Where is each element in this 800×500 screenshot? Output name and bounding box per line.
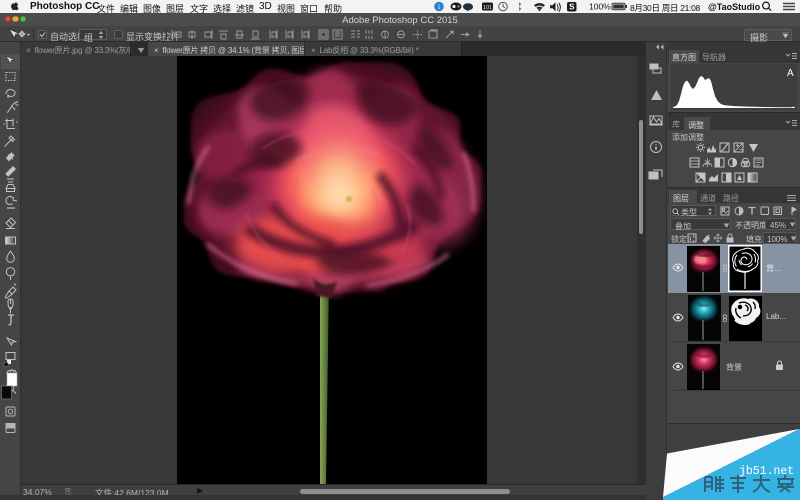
svg-text:101: 101: [483, 5, 492, 11]
svg-text:S: S: [569, 3, 575, 12]
svg-text:100%: 100%: [589, 2, 611, 12]
svg-text:i: i: [438, 2, 440, 11]
svg-text:A: A: [787, 68, 794, 79]
